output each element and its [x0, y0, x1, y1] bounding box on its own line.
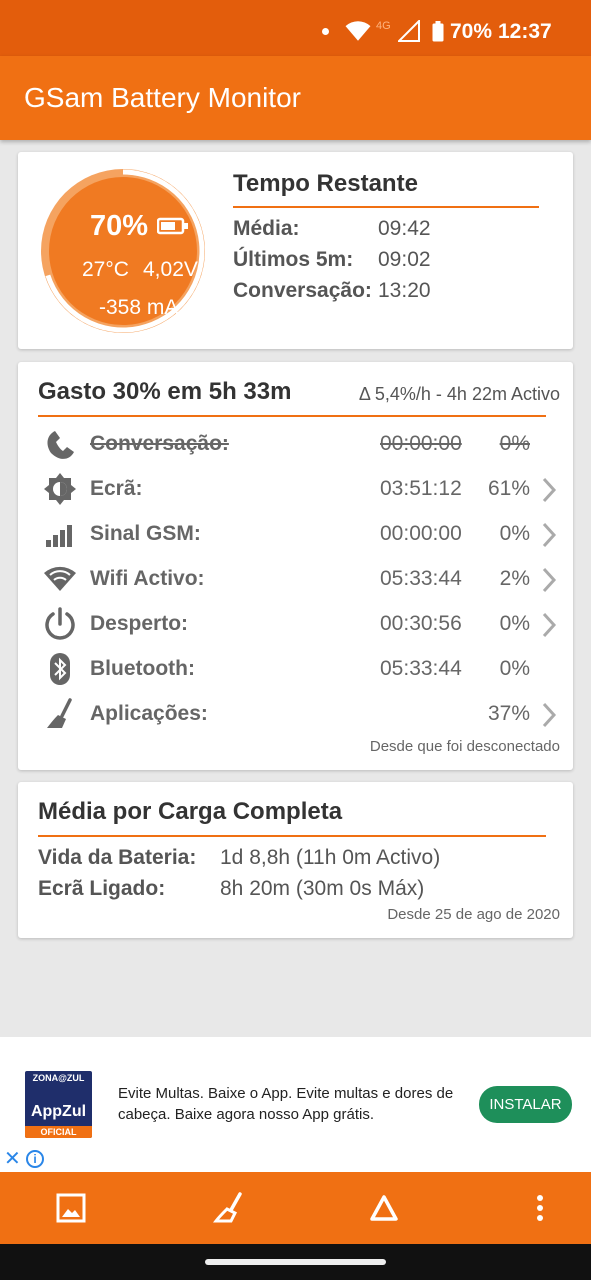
- chevron-right-icon[interactable]: [541, 522, 557, 548]
- usage-row-wifi[interactable]: Wifi Activo: 05:33:44 2%: [18, 557, 573, 601]
- info-icon[interactable]: i: [26, 1150, 44, 1168]
- usage-row-awake[interactable]: Desperto: 00:30:56 0%: [18, 602, 573, 646]
- usage-title: Gasto 30% em 5h 33m: [38, 378, 292, 405]
- cell-signal-icon: [46, 525, 72, 547]
- bottom-action-bar: [0, 1172, 591, 1244]
- gauge-voltage: 4,02V: [143, 258, 198, 281]
- clock: 12:37: [498, 20, 552, 43]
- divider: [38, 835, 546, 837]
- app-bar: GSam Battery Monitor: [0, 56, 591, 140]
- wifi-icon: [44, 566, 76, 591]
- image-icon[interactable]: [53, 1190, 89, 1226]
- remaining-label-average: Média:: [233, 217, 300, 240]
- remaining-value-average: 09:42: [378, 217, 431, 240]
- ad-text[interactable]: Evite Multas. Baixe o App. Evite multas …: [118, 1083, 468, 1125]
- chevron-right-icon[interactable]: [541, 567, 557, 593]
- remaining-time-card[interactable]: 70% 27°C 4,02V -358 mA Tempo Restante Mé…: [18, 152, 573, 349]
- power-icon: [45, 607, 75, 640]
- usage-row-apps[interactable]: Aplicações: 37%: [18, 692, 573, 736]
- usage-row-talk: Conversação: 00:00:00 0%: [18, 422, 573, 466]
- usage-card: Gasto 30% em 5h 33m Δ 5,4%/h - 4h 22m Ac…: [18, 362, 573, 770]
- divider: [38, 415, 546, 417]
- ad-banner[interactable]: ZONA@ZUL AppZul OFICIAL Evite Multas. Ba…: [0, 1037, 591, 1172]
- remaining-value-last5m: 09:02: [378, 248, 431, 271]
- usage-row-bluetooth: Bluetooth: 05:33:44 0%: [18, 647, 573, 691]
- delta-icon[interactable]: [366, 1190, 402, 1226]
- battery-icon: [157, 217, 188, 235]
- more-vert-icon[interactable]: [522, 1190, 558, 1226]
- remaining-label-talk: Conversação:: [233, 279, 372, 302]
- remaining-label-last5m: Últimos 5m:: [233, 248, 354, 271]
- chevron-right-icon[interactable]: [541, 612, 557, 638]
- remaining-value-talk: 13:20: [378, 279, 431, 302]
- app-title: GSam Battery Monitor: [24, 82, 301, 113]
- battery-gauge[interactable]: 70% 27°C 4,02V -358 mA: [38, 166, 208, 336]
- wifi-icon: [345, 21, 371, 41]
- divider: [233, 206, 539, 208]
- chevron-right-icon[interactable]: [541, 702, 557, 728]
- close-icon[interactable]: ✕: [4, 1149, 21, 1169]
- gauge-temperature: 27°C: [82, 258, 129, 281]
- battery-percent: 70%: [450, 20, 493, 43]
- usage-footer: Desde que foi desconectado: [369, 738, 560, 755]
- home-gesture-handle[interactable]: [205, 1259, 386, 1265]
- average-title: Média por Carga Completa: [38, 798, 343, 825]
- battery-icon: [432, 21, 444, 42]
- average-value-battery-life: 1d 8,8h (11h 0m Activo): [220, 846, 441, 869]
- screen-brightness-icon: [44, 473, 76, 505]
- phone-icon: [47, 431, 74, 459]
- broom-icon[interactable]: [211, 1190, 247, 1226]
- average-value-screen-on: 8h 20m (30m 0s Máx): [220, 877, 425, 900]
- signal-icon: [398, 20, 420, 42]
- remaining-title: Tempo Restante: [233, 170, 418, 197]
- bluetooth-icon: [50, 653, 70, 685]
- usage-subtitle: Δ 5,4%/h - 4h 22m Activo: [358, 384, 560, 404]
- system-nav-bar: [0, 1244, 591, 1280]
- average-card: Média por Carga Completa Vida da Bateria…: [18, 782, 573, 938]
- average-footer: Desde 25 de ago de 2020: [387, 906, 560, 923]
- notification-dot-icon: [322, 28, 329, 35]
- chevron-right-icon[interactable]: [541, 477, 557, 503]
- gauge-current: -358 mA: [99, 296, 179, 319]
- network-type: 4G: [376, 20, 391, 32]
- broom-icon: [47, 698, 72, 728]
- usage-row-screen[interactable]: Ecrã: 03:51:12 61%: [18, 467, 573, 511]
- status-bar: 4G 70% 12:37: [0, 0, 591, 56]
- ad-logo[interactable]: ZONA@ZUL AppZul OFICIAL: [25, 1071, 92, 1138]
- usage-row-gsm[interactable]: Sinal GSM: 00:00:00 0%: [18, 512, 573, 556]
- gauge-percent: 70%: [90, 210, 149, 242]
- install-button[interactable]: INSTALAR: [479, 1086, 572, 1123]
- average-label-battery-life: Vida da Bateria:: [38, 846, 197, 869]
- average-label-screen-on: Ecrã Ligado:: [38, 877, 166, 900]
